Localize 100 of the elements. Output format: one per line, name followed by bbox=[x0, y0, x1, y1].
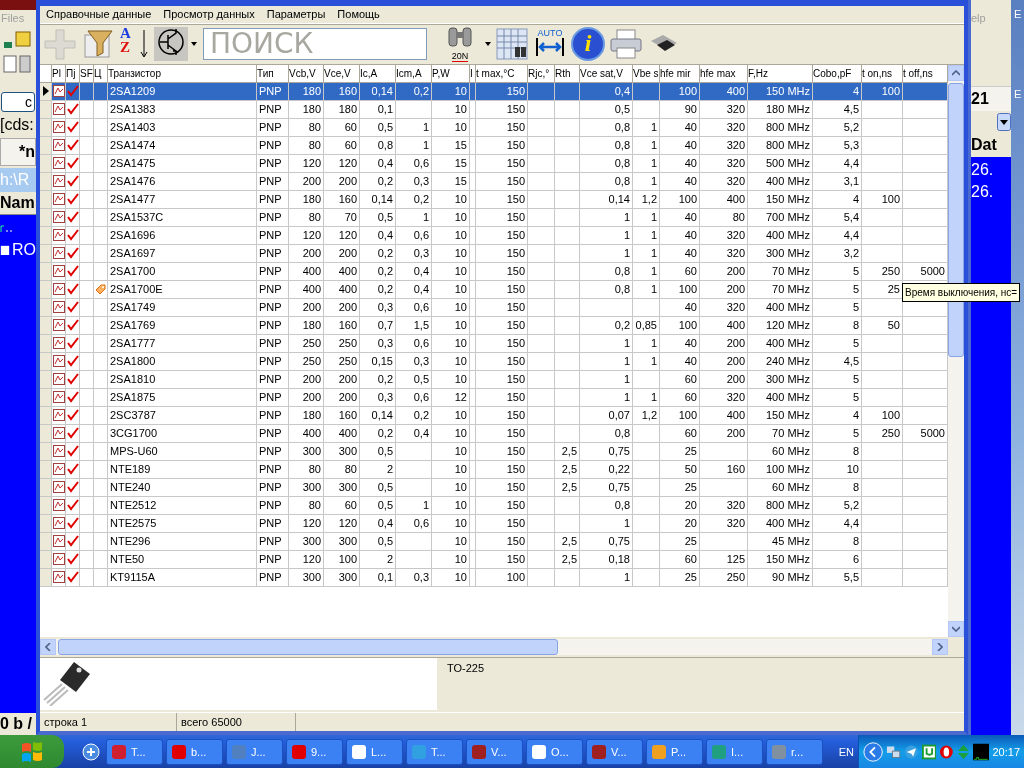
toolbar-icon[interactable] bbox=[2, 28, 32, 50]
table-row[interactable]: 2SA1476 PNP 200 200 0,2 0,3 15 150 0,8 1 40 320 400 MHz 3,1 bbox=[40, 172, 948, 191]
sort-button[interactable]: A Z bbox=[120, 25, 150, 62]
table-row[interactable]: 2SA1383 PNP 180 180 0,1 10 150 0,5 90 320 180 MHz 4,5 bbox=[40, 100, 948, 119]
datasheet-icon[interactable] bbox=[52, 85, 65, 98]
caret-icon[interactable] bbox=[485, 41, 491, 46]
taskbar-button[interactable]: I... bbox=[706, 738, 763, 765]
column-header[interactable]: Rjc,° bbox=[528, 64, 555, 83]
table-row[interactable]: 2SA1697 PNP 200 200 0,2 0,3 10 150 1 1 40 320 300 MHz 3,2 bbox=[40, 244, 948, 263]
table-row[interactable]: NTE240 PNP 300 300 0,5 10 150 2,5 0,75 25 60 MHz 8 bbox=[40, 478, 948, 497]
datasheet-icon[interactable] bbox=[52, 301, 65, 314]
datasheet-icon[interactable] bbox=[52, 103, 65, 116]
folder-item[interactable]: RO bbox=[12, 241, 36, 259]
column-header[interactable]: hfe max bbox=[700, 64, 748, 83]
toolbar-icon[interactable] bbox=[2, 54, 32, 76]
column-header[interactable]: Vbe s bbox=[633, 64, 660, 83]
language-indicator[interactable]: EN bbox=[838, 745, 854, 758]
table-row[interactable]: NTE189 PNP 80 80 2 10 150 2,5 0,22 50 160 100 MHz 10 bbox=[40, 460, 948, 479]
column-header[interactable]: Транзистор bbox=[108, 64, 257, 83]
table-row[interactable]: 2SA1537C PNP 80 70 0,5 1 10 150 1 1 40 80 700 MHz 5,4 bbox=[40, 208, 948, 227]
menu-item[interactable]: Параметры bbox=[260, 6, 332, 23]
datasheet-icon[interactable] bbox=[52, 553, 65, 566]
tab[interactable]: *n bbox=[0, 138, 36, 166]
ring-icon[interactable] bbox=[939, 743, 955, 760]
taskbar-button[interactable]: J... bbox=[226, 738, 283, 765]
column-header[interactable]: Ц bbox=[94, 64, 108, 83]
table-row[interactable]: 3CG1700 PNP 400 400 0,2 0,4 10 150 0,8 60 200 70 MHz 5 250 5000 bbox=[40, 424, 948, 443]
taskbar-button[interactable]: T... bbox=[406, 738, 463, 765]
datasheet-icon[interactable] bbox=[52, 283, 65, 296]
column-header[interactable]: Pl bbox=[52, 64, 66, 83]
table-row[interactable]: 2SA1696 PNP 120 120 0,4 0,6 10 150 1 1 40 320 400 MHz 4,4 bbox=[40, 226, 948, 245]
table-row[interactable]: 2SA1800 PNP 250 250 0,15 0,3 10 150 1 1 40 200 240 MHz 4,5 bbox=[40, 352, 948, 371]
table-row[interactable]: MPS-U60 PNP 300 300 0,5 10 150 2,5 0,75 25 60 MHz 8 bbox=[40, 442, 948, 461]
taskbar-button[interactable]: L... bbox=[346, 738, 403, 765]
datasheet-icon[interactable] bbox=[52, 463, 65, 476]
datasheet-icon[interactable] bbox=[52, 211, 65, 224]
datasheet-icon[interactable] bbox=[52, 499, 65, 512]
column-header[interactable]: Тип bbox=[257, 64, 289, 83]
dropdown-button[interactable] bbox=[997, 113, 1011, 131]
menu-item[interactable]: Помощь bbox=[331, 6, 386, 23]
tab[interactable]: 21 bbox=[971, 87, 1011, 111]
menu-item[interactable]: Справочные данные bbox=[40, 6, 158, 23]
column-header[interactable]: SF bbox=[80, 64, 94, 83]
datasheet-icon[interactable] bbox=[52, 157, 65, 170]
datasheet-icon[interactable] bbox=[52, 247, 65, 260]
scroll-right-button[interactable] bbox=[932, 639, 948, 656]
datasheet-icon[interactable] bbox=[52, 265, 65, 278]
scroll-left-button[interactable] bbox=[40, 639, 56, 656]
column-header[interactable]: hfe mir bbox=[660, 64, 700, 83]
autofit-button[interactable]: AUTO bbox=[533, 25, 567, 62]
monitor-graph-icon[interactable] bbox=[972, 742, 990, 761]
taskbar-button[interactable]: P... bbox=[646, 738, 703, 765]
column-header[interactable]: Rth bbox=[555, 64, 580, 83]
datasheet-icon[interactable] bbox=[52, 373, 65, 386]
datasheet-icon[interactable] bbox=[52, 229, 65, 242]
datasheet-icon[interactable] bbox=[52, 193, 65, 206]
table-row[interactable]: NTE50 PNP 120 100 2 10 150 2,5 0,18 60 125 150 MHz 6 bbox=[40, 550, 948, 569]
datasheet-icon[interactable] bbox=[52, 535, 65, 548]
quick-launch-icon[interactable] bbox=[82, 742, 100, 761]
info-button[interactable]: i bbox=[571, 26, 605, 61]
datasheet-icon[interactable] bbox=[52, 445, 65, 458]
column-header[interactable]: t max,°C bbox=[476, 64, 528, 83]
table-row[interactable]: 2SA1777 PNP 250 250 0,3 0,6 10 150 1 1 40 200 400 MHz 5 bbox=[40, 334, 948, 353]
column-header[interactable]: Пј bbox=[66, 64, 80, 83]
table-row[interactable]: 2SA1875 PNP 200 200 0,3 0,6 12 150 1 1 60 320 400 MHz 5 bbox=[40, 388, 948, 407]
table-row[interactable]: NTE296 PNP 300 300 0,5 10 150 2,5 0,75 25 45 MHz 8 bbox=[40, 532, 948, 551]
datasheet-icon[interactable] bbox=[52, 337, 65, 350]
datasheet-icon[interactable] bbox=[52, 175, 65, 188]
table-row[interactable]: 2SA1810 PNP 200 200 0,2 0,5 10 150 1 60 200 300 MHz 5 bbox=[40, 370, 948, 389]
datasheet-icon[interactable] bbox=[52, 319, 65, 332]
network-icon[interactable] bbox=[886, 743, 901, 760]
table-row[interactable]: NTE2512 PNP 80 60 0,5 1 10 150 0,8 20 320 800 MHz 5,2 bbox=[40, 496, 948, 515]
taskbar-button[interactable]: r... bbox=[766, 738, 823, 765]
scroll-down-button[interactable] bbox=[948, 621, 964, 638]
datasheet-icon[interactable] bbox=[52, 121, 65, 134]
table-row[interactable]: 2SA1477 PNP 180 160 0,14 0,2 10 150 0,14 1,2 100 400 150 MHz 4 100 bbox=[40, 190, 948, 209]
table-row[interactable]: 2SA1769 PNP 180 160 0,7 1,5 10 150 0,2 0,85 100 400 120 MHz 8 50 bbox=[40, 316, 948, 335]
grid-search-icon[interactable] bbox=[495, 26, 529, 61]
table-row[interactable]: 2SA1700 PNP 400 400 0,2 0,4 10 150 0,8 1 60 200 70 MHz 5 250 5000 bbox=[40, 262, 948, 281]
column-header[interactable]: Vcb,V bbox=[289, 64, 324, 83]
taskbar-button[interactable]: V... bbox=[586, 738, 643, 765]
transistor-button[interactable] bbox=[154, 26, 188, 61]
column-header[interactable]: t on,ns bbox=[862, 64, 903, 83]
datasheet-icon[interactable] bbox=[52, 139, 65, 152]
datasheet-icon[interactable] bbox=[52, 355, 65, 368]
taskbar-button[interactable]: 9... bbox=[286, 738, 343, 765]
caret-icon[interactable] bbox=[191, 41, 197, 46]
column-header[interactable]: Vce,V bbox=[324, 64, 360, 83]
datasheet-icon[interactable] bbox=[52, 481, 65, 494]
start-button[interactable] bbox=[0, 735, 64, 768]
menu-item[interactable]: Просмотр данных bbox=[157, 6, 261, 23]
column-header[interactable]: F,Hz bbox=[748, 64, 813, 83]
show-icons-button[interactable] bbox=[863, 740, 884, 763]
taskbar-button[interactable]: O... bbox=[526, 738, 583, 765]
drive-button[interactable]: c bbox=[1, 92, 35, 112]
datasheet-icon[interactable] bbox=[52, 391, 65, 404]
table-row[interactable]: 2SC3787 PNP 180 160 0,14 0,2 10 150 0,07 1,2 100 400 150 MHz 4 100 bbox=[40, 406, 948, 425]
taskbar-button[interactable]: V... bbox=[466, 738, 523, 765]
find-button[interactable]: 20N bbox=[439, 25, 481, 62]
table-row[interactable]: 2SA1403 PNP 80 60 0,5 1 10 150 0,8 1 40 320 800 MHz 5,2 bbox=[40, 118, 948, 137]
